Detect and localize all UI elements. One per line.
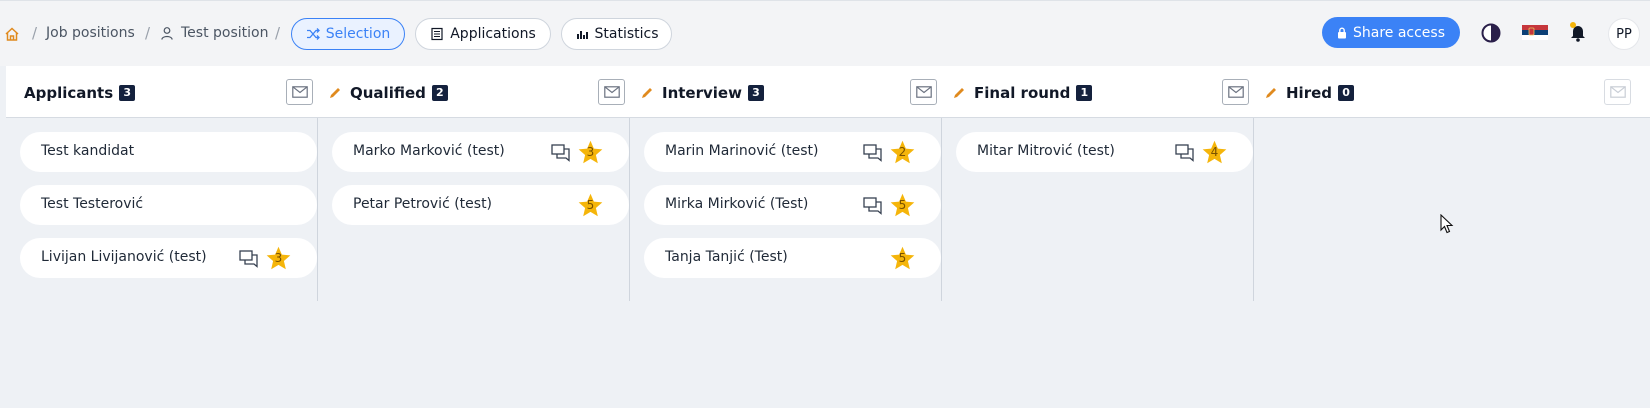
candidate-name: Petar Petrović (test)	[353, 196, 493, 212]
chat-icon[interactable]	[551, 144, 571, 162]
tab-selection[interactable]: Selection	[291, 18, 405, 50]
bell-icon[interactable]	[1567, 21, 1589, 43]
count-badge: 2	[431, 85, 448, 101]
tab-applications-label: Applications	[450, 26, 536, 42]
column-header-qualified: Qualified 2	[318, 66, 630, 118]
chat-icon[interactable]	[863, 197, 883, 215]
candidate-card[interactable]: Livijan Livijanović (test) 3	[20, 238, 317, 278]
candidate-card[interactable]: Mitar Mitrović (test) 4	[956, 132, 1253, 172]
kanban-board: Applicants 3 Qualified 2 Interview 3 Final …	[6, 66, 1650, 408]
shuffle-icon	[306, 28, 320, 40]
candidate-name: Test kandidat	[41, 143, 135, 159]
column-header-interview: Interview 3	[630, 66, 942, 118]
column-title: Qualified 2	[350, 84, 448, 102]
cursor-icon	[1440, 214, 1454, 234]
rating-value: 5	[898, 251, 907, 265]
chat-icon[interactable]	[239, 250, 259, 268]
candidate-card[interactable]: Petar Petrović (test) 5	[332, 185, 629, 225]
column-body-applicants: Test kandidat Test Testerović Livijan Livi…	[6, 118, 318, 301]
mail-button[interactable]	[286, 79, 313, 105]
pencil-icon[interactable]	[328, 86, 342, 100]
column-body-final-round: Mitar Mitrović (test) 4	[942, 118, 1254, 301]
flag-icon[interactable]	[1522, 25, 1548, 40]
column-body-hired	[1254, 118, 1650, 301]
tab-statistics-label: Statistics	[594, 26, 659, 42]
column-title: Final round 1	[974, 84, 1093, 102]
chat-icon[interactable]	[863, 144, 883, 162]
home-icon[interactable]	[4, 26, 20, 42]
pencil-icon[interactable]	[952, 86, 966, 100]
breadcrumb-job-positions[interactable]: Job positions	[46, 25, 135, 41]
count-badge: 3	[119, 85, 136, 101]
count-badge: 1	[1076, 85, 1093, 101]
candidate-name: Test Testerović	[41, 196, 144, 212]
column-title: Applicants 3	[24, 84, 136, 102]
top-bar: / Job positions / Test position / Select…	[0, 0, 1650, 66]
rating-value: 4	[1210, 145, 1219, 159]
mail-button[interactable]	[1604, 79, 1631, 105]
share-access-label: Share access	[1352, 24, 1446, 41]
breadcrumb-separator: /	[275, 24, 281, 42]
candidate-name: Mitar Mitrović (test)	[977, 143, 1115, 159]
pencil-icon[interactable]	[1264, 86, 1278, 100]
candidate-card[interactable]: Test Testerović	[20, 185, 317, 225]
column-body-interview: Marin Marinović (test) 2 Mirka Mirković (T…	[630, 118, 942, 301]
candidate-card[interactable]: Marin Marinović (test) 2	[644, 132, 941, 172]
rating-value: 3	[586, 145, 595, 159]
mail-button[interactable]	[598, 79, 625, 105]
column-header-final-round: Final round 1	[942, 66, 1254, 118]
mail-icon	[603, 86, 620, 98]
candidate-card[interactable]: Test kandidat	[20, 132, 317, 172]
tab-applications[interactable]: Applications	[415, 18, 551, 50]
pencil-icon[interactable]	[640, 86, 654, 100]
mail-icon	[915, 86, 932, 98]
candidate-name: Marko Marković (test)	[353, 143, 505, 159]
mail-icon	[1227, 86, 1244, 98]
candidate-name: Tanja Tanjić (Test)	[665, 249, 788, 265]
theme-toggle-icon[interactable]	[1481, 23, 1501, 43]
mail-button[interactable]	[1222, 79, 1249, 105]
count-badge: 0	[1338, 85, 1355, 101]
column-header-hired: Hired 0	[1254, 66, 1650, 118]
mail-button[interactable]	[910, 79, 937, 105]
lock-icon	[1337, 27, 1346, 38]
mail-icon	[291, 86, 308, 98]
column-title: Hired 0	[1286, 84, 1355, 102]
tab-selection-label: Selection	[325, 26, 391, 42]
column-title: Interview 3	[662, 84, 764, 102]
bar-chart-icon	[576, 31, 588, 39]
candidate-name: Mirka Mirković (Test)	[665, 196, 809, 212]
rating-value: 2	[898, 145, 907, 159]
rating-value: 5	[586, 198, 595, 212]
column-header-row: Applicants 3 Qualified 2 Interview 3 Final …	[6, 66, 1650, 118]
candidate-name: Livijan Livijanović (test)	[41, 249, 207, 265]
chat-icon[interactable]	[1175, 144, 1195, 162]
candidate-card[interactable]: Mirka Mirković (Test) 5	[644, 185, 941, 225]
share-access-button[interactable]: Share access	[1322, 17, 1460, 48]
column-body-qualified: Marko Marković (test) 3 Petar Petrović (te…	[318, 118, 630, 301]
candidate-card[interactable]: Tanja Tanjić (Test) 5	[644, 238, 941, 278]
column-header-applicants: Applicants 3	[6, 66, 318, 118]
candidate-card[interactable]: Marko Marković (test) 3	[332, 132, 629, 172]
rating-value: 5	[898, 198, 907, 212]
breadcrumb-separator: /	[145, 24, 151, 42]
tab-statistics[interactable]: Statistics	[561, 18, 672, 50]
candidate-name: Marin Marinović (test)	[665, 143, 819, 159]
breadcrumb-separator: /	[32, 24, 38, 42]
breadcrumb-test-position[interactable]: Test position	[181, 25, 268, 41]
person-icon	[161, 27, 173, 40]
list-icon	[431, 27, 443, 41]
avatar[interactable]: PP	[1608, 18, 1640, 50]
count-badge: 3	[747, 85, 764, 101]
rating-value: 3	[274, 251, 283, 265]
mail-icon	[1609, 86, 1626, 98]
